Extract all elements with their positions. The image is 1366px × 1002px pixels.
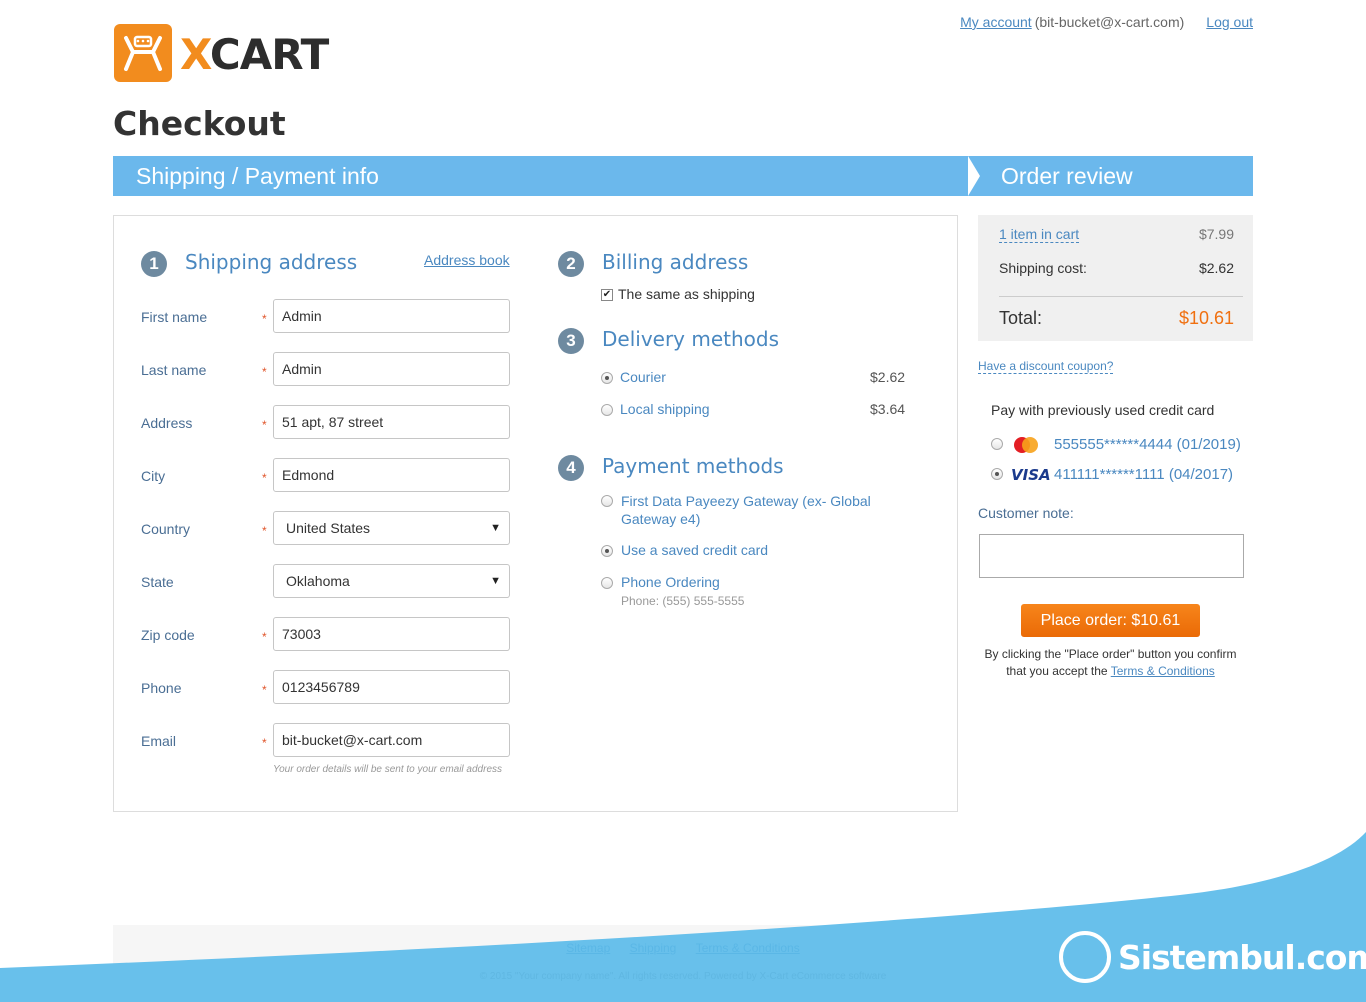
mastercard-number: 555555******4444 (01/2019) bbox=[1054, 436, 1241, 453]
total-label: Total: bbox=[999, 308, 1043, 328]
required-mark: * bbox=[262, 683, 267, 697]
step-number-1: 1 bbox=[141, 251, 167, 277]
mastercard-icon bbox=[1011, 436, 1041, 454]
email-note: Your order details will be sent to your … bbox=[273, 764, 503, 775]
terms-conditions-link[interactable]: Terms & Conditions bbox=[1111, 664, 1215, 678]
mastercard-radio[interactable] bbox=[991, 438, 1003, 450]
cart-logo-icon bbox=[114, 24, 172, 82]
place-order-button[interactable]: Place order: $10.61 bbox=[1021, 604, 1200, 637]
shipping-address-title: Shipping address bbox=[185, 250, 358, 274]
dropdown-caret-icon: ▼ bbox=[490, 522, 501, 534]
visa-number: 411111******1111 (04/2017) bbox=[1054, 466, 1234, 483]
saved-card-label[interactable]: Use a saved credit card bbox=[621, 542, 768, 558]
zip-input[interactable] bbox=[273, 617, 510, 651]
first-name-label: First name bbox=[141, 309, 208, 325]
summary-divider bbox=[999, 296, 1243, 297]
country-select[interactable]: United States ▼ bbox=[273, 511, 510, 545]
footer-shipping-link[interactable]: Shipping bbox=[630, 941, 677, 955]
billing-address-title: Billing address bbox=[602, 250, 749, 274]
email-input[interactable] bbox=[273, 723, 510, 757]
state-label: State bbox=[141, 574, 174, 590]
courier-label[interactable]: Courier bbox=[620, 369, 666, 385]
shipping-cost-value: $2.62 bbox=[1198, 260, 1234, 276]
payeezy-radio[interactable] bbox=[601, 495, 613, 507]
step-order-review[interactable]: Order review bbox=[968, 156, 1253, 196]
payeezy-label[interactable]: First Data Payeezy Gateway (ex- Global G… bbox=[621, 492, 896, 528]
saved-cards-title: Pay with previously used credit card bbox=[991, 402, 1215, 418]
city-label: City bbox=[141, 468, 166, 484]
same-as-shipping-label: The same as shipping bbox=[618, 286, 755, 302]
items-price: $7.99 bbox=[1198, 226, 1234, 242]
dropdown-caret-icon: ▼ bbox=[490, 575, 501, 587]
step-number-4: 4 bbox=[558, 455, 584, 481]
visa-radio[interactable] bbox=[991, 468, 1003, 480]
phone-ordering-label[interactable]: Phone Ordering bbox=[621, 574, 720, 590]
xcart-logo[interactable]: XCART bbox=[114, 24, 329, 82]
discount-coupon-link[interactable]: Have a discount coupon? bbox=[978, 359, 1114, 374]
address-input[interactable] bbox=[273, 405, 510, 439]
watermark-text: Sistembul.com bbox=[1118, 938, 1366, 977]
saved-card-radio[interactable] bbox=[601, 545, 613, 557]
checkout-steps: Shipping / Payment info Order review bbox=[113, 156, 1253, 196]
country-label: Country bbox=[141, 521, 191, 537]
local-shipping-radio[interactable] bbox=[601, 404, 613, 416]
payment-methods-title: Payment methods bbox=[602, 454, 784, 478]
city-input[interactable] bbox=[273, 458, 510, 492]
required-mark: * bbox=[262, 471, 267, 485]
footer-sitemap-link[interactable]: Sitemap bbox=[566, 941, 610, 955]
phone-ordering-note: Phone: (555) 555-5555 bbox=[621, 594, 745, 608]
shipping-cost-label: Shipping cost: bbox=[999, 260, 1087, 276]
delivery-methods-title: Delivery methods bbox=[602, 327, 780, 351]
phone-label: Phone bbox=[141, 680, 182, 696]
local-shipping-price: $3.64 bbox=[870, 401, 906, 417]
local-shipping-label[interactable]: Local shipping bbox=[620, 401, 710, 417]
total-value: $10.61 bbox=[1178, 308, 1234, 328]
step-shipping-payment: Shipping / Payment info bbox=[113, 156, 985, 196]
required-mark: * bbox=[262, 365, 267, 379]
order-summary: 1 item in cart $7.99 Shipping cost: $2.6… bbox=[978, 215, 1253, 341]
required-mark: * bbox=[262, 736, 267, 750]
required-mark: * bbox=[262, 524, 267, 538]
required-mark: * bbox=[262, 312, 267, 326]
last-name-input[interactable] bbox=[273, 352, 510, 386]
visa-icon: VISA bbox=[1011, 466, 1051, 484]
watermark-logo-icon bbox=[1059, 931, 1111, 983]
customer-note-label: Customer note: bbox=[978, 505, 1074, 521]
step-number-2: 2 bbox=[558, 251, 584, 277]
footer-terms-link[interactable]: Terms & Conditions bbox=[696, 941, 800, 955]
first-name-input[interactable] bbox=[273, 299, 510, 333]
my-account-link[interactable]: My account bbox=[960, 14, 1032, 30]
phone-input[interactable] bbox=[273, 670, 510, 704]
logout-link[interactable]: Log out bbox=[1206, 14, 1253, 30]
phone-ordering-radio[interactable] bbox=[601, 577, 613, 589]
checkout-form-panel: 1 Shipping address Address book First na… bbox=[113, 215, 958, 812]
address-label: Address bbox=[141, 415, 193, 431]
email-label: Email bbox=[141, 733, 177, 749]
address-book-link[interactable]: Address book bbox=[424, 252, 510, 268]
same-as-shipping-checkbox[interactable]: ✔ bbox=[601, 289, 613, 301]
required-mark: * bbox=[262, 630, 267, 644]
courier-radio[interactable] bbox=[601, 372, 613, 384]
state-select[interactable]: Oklahoma ▼ bbox=[273, 564, 510, 598]
required-mark: * bbox=[262, 418, 267, 432]
step-number-3: 3 bbox=[558, 328, 584, 354]
account-bar: My account (bit-bucket@x-cart.com) Log out bbox=[960, 14, 1253, 30]
page-title: Checkout bbox=[113, 104, 286, 143]
account-email: (bit-bucket@x-cart.com) bbox=[1034, 14, 1185, 30]
logo-wordmark: XCART bbox=[180, 30, 329, 79]
last-name-label: Last name bbox=[141, 362, 207, 378]
courier-price: $2.62 bbox=[870, 369, 906, 385]
customer-note-input[interactable] bbox=[979, 534, 1244, 578]
terms-confirmation: By clicking the "Place order" button you… bbox=[984, 647, 1237, 678]
zip-label: Zip code bbox=[141, 627, 195, 643]
items-in-cart-link[interactable]: 1 item in cart bbox=[999, 226, 1080, 243]
